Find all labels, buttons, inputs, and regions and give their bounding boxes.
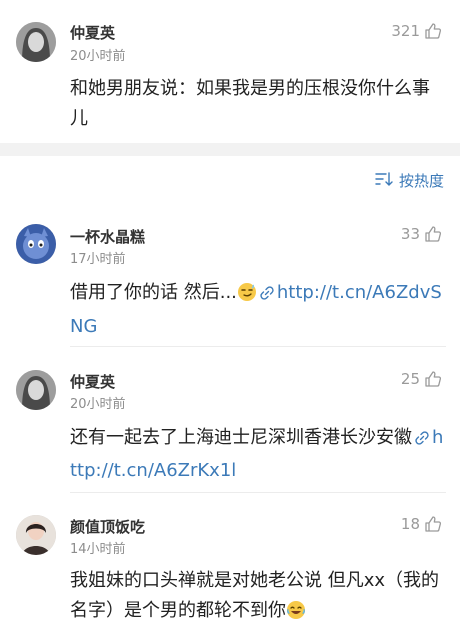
timestamp: 14小时前 xyxy=(70,542,126,557)
thumbs-up-icon xyxy=(424,370,442,388)
sort-icon xyxy=(375,171,393,191)
like-button[interactable]: 33 xyxy=(401,225,442,243)
comment-text: 我姐妹的口头禅就是对她老公说 但凡xx（我的名字）是个男的都轮不到你 xyxy=(70,566,446,630)
smirk-emoji xyxy=(237,282,257,312)
username[interactable]: 仲夏英 xyxy=(70,22,115,43)
laughing-tears-emoji xyxy=(286,600,306,630)
thumbs-up-icon xyxy=(424,225,442,243)
like-button[interactable]: 25 xyxy=(401,370,442,388)
comment-body: 还有一起去了上海迪士尼深圳香港长沙安徽 xyxy=(70,427,412,448)
avatar[interactable] xyxy=(16,224,56,264)
sort-button[interactable]: 按热度 xyxy=(375,170,444,191)
avatar[interactable] xyxy=(16,370,56,410)
like-count: 33 xyxy=(400,225,420,243)
username[interactable]: 一杯水晶糕 xyxy=(70,226,145,247)
comment-separator xyxy=(70,492,446,493)
like-button[interactable]: 18 xyxy=(401,515,442,533)
like-count: 18 xyxy=(400,515,420,533)
thumbs-up-icon xyxy=(424,22,442,40)
comment-text: 借用了你的话 然后... http://t.cn/A6ZdvSNG xyxy=(70,278,446,342)
username[interactable]: 颜值顶饭吃 xyxy=(70,516,145,537)
timestamp: 20小时前 xyxy=(70,397,126,412)
like-count: 321 xyxy=(391,22,420,40)
like-button[interactable]: 321 xyxy=(391,22,442,40)
avatar[interactable] xyxy=(16,515,56,555)
link-icon xyxy=(414,426,430,456)
avatar[interactable] xyxy=(16,22,56,62)
comment-text: 还有一起去了上海迪士尼深圳香港长沙安徽 http://t.cn/A6ZrKx1l xyxy=(70,423,446,486)
comment-body: 借用了你的话 然后... xyxy=(70,282,237,303)
comment-separator xyxy=(70,346,446,347)
section-divider xyxy=(0,143,460,156)
comment-body: 我姐妹的口头禅就是对她老公说 但凡xx（我的名字）是个男的都轮不到你 xyxy=(70,570,440,621)
comment-text: 和她男朋友说：如果我是男的压根没你什么事儿 xyxy=(70,78,430,129)
timestamp: 17小时前 xyxy=(70,252,126,267)
username[interactable]: 仲夏英 xyxy=(70,371,115,392)
like-count: 25 xyxy=(400,370,420,388)
timestamp: 20小时前 xyxy=(70,49,126,64)
link-icon xyxy=(259,281,275,311)
thumbs-up-icon xyxy=(424,515,442,533)
sort-label: 按热度 xyxy=(398,172,444,190)
